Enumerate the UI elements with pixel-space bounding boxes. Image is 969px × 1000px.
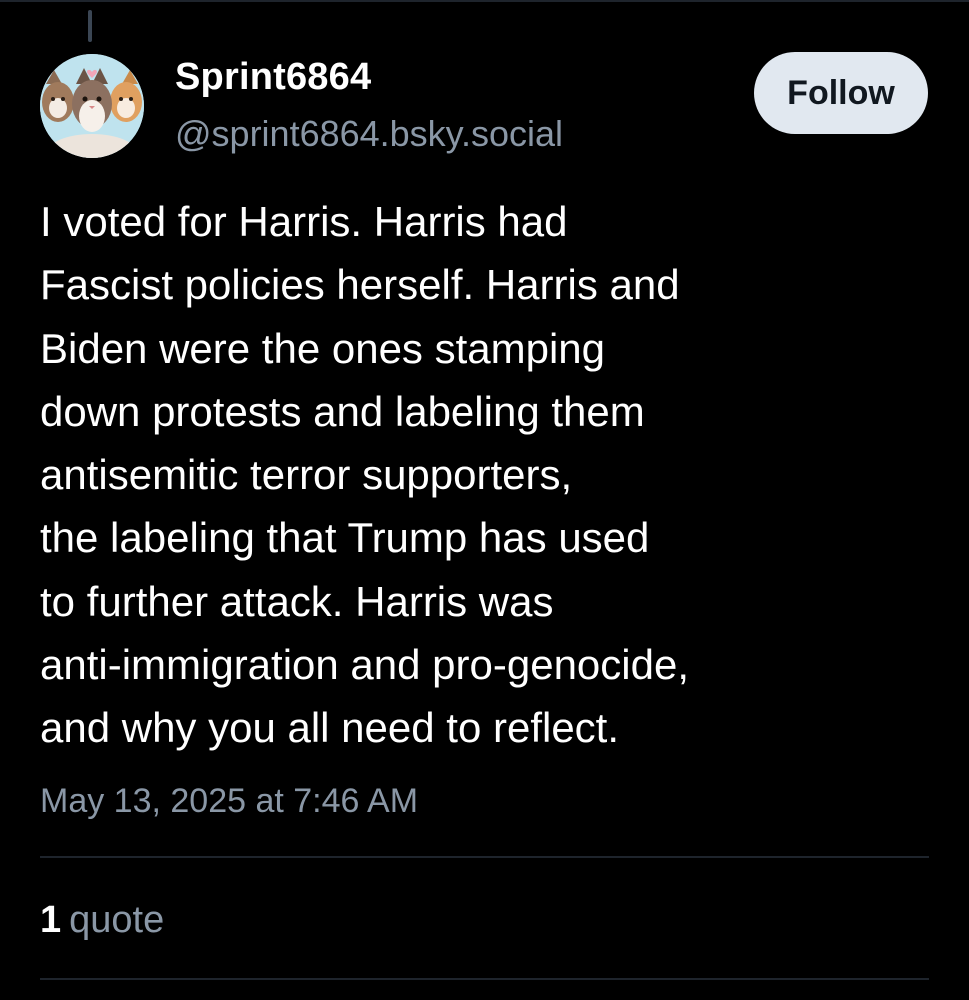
post-timestamp: May 13, 2025 at 7:46 AM xyxy=(40,782,419,820)
post-text-line: Fascist policies herself. Harris and xyxy=(40,261,680,309)
post-text-line: Biden were the ones stamping xyxy=(40,324,606,372)
post-text-line: I voted for Harris. Harris had xyxy=(40,198,568,245)
stats-divider-bottom xyxy=(40,978,929,980)
post-text-line: the labeling that Trump has used xyxy=(40,514,650,562)
author-handle[interactable]: @sprint6864.bsky.social xyxy=(175,113,563,155)
author-display-name[interactable]: Sprint6864 xyxy=(175,56,371,99)
quote-label: quote xyxy=(69,899,165,941)
top-divider xyxy=(0,0,969,2)
post-text-line: anti-immigration and pro-genocide, xyxy=(40,641,690,689)
post-text-line: antisemitic terror supporters, xyxy=(40,451,573,499)
stats-divider-top xyxy=(40,856,929,858)
quote-count-link[interactable]: 1 quote xyxy=(40,899,164,942)
thread-connector-line xyxy=(88,10,92,42)
post-text-line: and why you all need to reflect. xyxy=(40,704,620,752)
follow-button[interactable]: Follow xyxy=(754,52,928,134)
quote-count: 1 xyxy=(40,899,62,941)
post-text: I voted for Harris. Harris had Fascist p… xyxy=(40,190,940,760)
avatar[interactable] xyxy=(40,54,144,158)
post-text-line: to further attack. Harris was xyxy=(40,577,554,625)
avatar-cats-icon xyxy=(40,54,144,158)
post-text-line: down protests and labeling them xyxy=(40,387,645,435)
